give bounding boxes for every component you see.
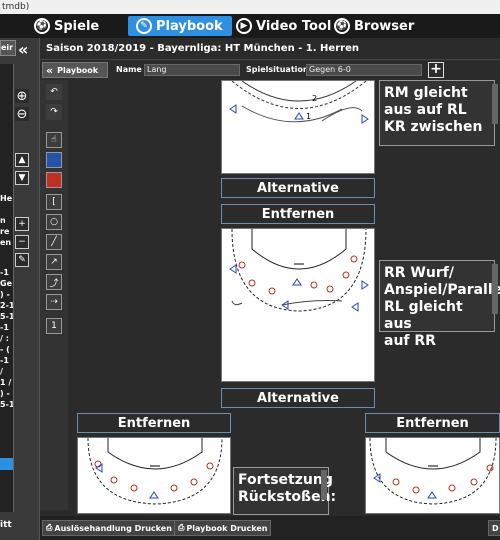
list-item[interactable]: 5-1 [0,312,13,323]
print-playbook-button[interactable]: ⎙ Playbook Drucken [174,520,272,536]
edit-icon[interactable]: ✎ [15,253,29,267]
footer-bar: ⎙ Auslösehandlung Drucken ⎙ Playbook Dru… [40,516,500,540]
blue-color-button[interactable] [46,152,62,168]
situation-select[interactable]: Gegen 6-0 [306,64,422,76]
line-tool-icon[interactable]: ╱ [46,234,62,250]
list-item[interactable]: 2-1 [0,301,13,312]
left-panel-header: eir [0,40,16,56]
list-item[interactable]: -1 [0,323,9,334]
play-board-1[interactable]: 2 1 [221,80,375,174]
footer-right-button[interactable]: D [488,520,500,536]
back-icon: « [46,63,54,77]
court-diagram-1: 2 1 [229,81,369,124]
window-title: tmdb) [0,0,500,14]
alternative-button-2[interactable]: Alternative [221,388,375,408]
court-diagram-4 [369,438,497,505]
back-to-playbook-button[interactable]: « Playbook [42,62,108,78]
play-icon: ▶ [236,18,252,34]
scroll-up-button[interactable]: ▲ [15,153,29,167]
name-field[interactable]: Lang [144,64,240,76]
remove-item-button[interactable]: − [15,235,29,249]
list-item[interactable]: - ( [0,345,10,356]
tab-spiele-label: Spiele [54,18,100,34]
tab-video-tool-label: Video Tool [256,18,332,34]
zoom-in-icon[interactable]: ⊕ [15,89,29,104]
court-diagram-3 [87,438,223,505]
dashed-arrow-tool-icon[interactable]: ⇢ [46,294,62,310]
alternative-button-1[interactable]: Alternative [221,178,375,198]
remove-button-left[interactable]: Entfernen [77,413,231,433]
play-board-2[interactable] [221,228,375,382]
list-item[interactable]: / : [0,334,9,345]
add-play-button[interactable]: + [428,62,444,78]
court-diagram-2 [229,229,369,312]
globe-icon: ⚽ [334,18,350,34]
description-scrollbar-3[interactable] [321,470,327,500]
circle-tool-icon[interactable]: ○ [46,214,62,230]
description-scrollbar-2[interactable] [492,264,498,314]
list-item[interactable]: / [0,367,3,378]
hand-tool-icon[interactable]: ☝ [46,132,62,148]
bracket-tool[interactable]: [ [46,194,62,210]
collapse-panel-icon[interactable]: « [18,40,28,59]
remove-button-1[interactable]: Entfernen [221,204,375,224]
playbook-icon: ✎ [136,18,152,34]
red-color-button[interactable] [46,172,62,188]
tab-browser-label: Browser [354,18,415,34]
list-item[interactable]: Ge [0,279,12,290]
list-item[interactable]: -1 [0,356,9,367]
list-item[interactable]: -1 [0,268,9,279]
print-trigger-label: Auslösehandlung Drucken [54,523,172,533]
tab-spiele[interactable]: ⚽ Spiele [34,16,99,36]
page-title: Saison 2018/2019 - Bayernliga: HT Münche… [40,38,500,60]
description-scrollbar-1[interactable] [492,84,498,124]
remove-button-right[interactable]: Entfernen [365,413,500,433]
back-to-playbook-label: Playbook [57,65,99,75]
svg-text:1: 1 [306,112,311,121]
tab-playbook[interactable]: ✎ Playbook [128,16,232,36]
list-item[interactable]: ) - [0,389,10,400]
printer-icon: ⎙ [178,523,185,532]
number-tool[interactable]: 1 [46,318,62,334]
tab-browser[interactable]: ⚽ Browser [334,16,414,36]
list-item[interactable]: 1 / [0,378,11,389]
list-item[interactable]: He [0,194,12,205]
arrow-tool-icon[interactable]: ↗ [46,254,62,270]
redo-icon[interactable]: ↷ [46,104,62,120]
list-item[interactable]: re [0,227,9,238]
situation-label: Spielsituation [246,65,309,74]
list-item[interactable]: 5-1 [0,400,13,411]
play-3-description: Fortsetzung Rückstoßen: [233,467,336,515]
list-item[interactable]: ) - [0,290,10,301]
play-board-3[interactable] [77,437,231,514]
curve-tool-icon[interactable]: ⤴ [46,274,62,290]
undo-icon[interactable]: ↶ [46,84,62,100]
list-item[interactable]: n [0,216,6,227]
scroll-down-button[interactable]: ▼ [15,171,29,185]
add-item-button[interactable]: + [15,217,29,231]
tab-video-tool[interactable]: ▶ Video Tool [236,16,331,36]
playbook-toolbar: « Playbook Name Lang Spielsituation Gege… [40,60,500,80]
print-trigger-button[interactable]: ⎙ Auslösehandlung Drucken [42,520,176,536]
top-navigation: ⚽ Spiele ✎ Playbook ▶ Video Tool ⚽ Brows… [0,14,500,38]
drawing-tools: ↶ ↷ ☝ [ ○ ╱ ↗ ⤴ ⇢ 1 [40,80,68,510]
play-2-description: RR Wurf/ Anspiel/Parallel RL gleicht aus… [379,260,500,349]
svg-text:2: 2 [312,94,317,103]
list-item[interactable]: en [0,238,11,249]
print-playbook-label: Playbook Drucken [186,523,268,533]
left-panel-list: He n re en -1 Ge) -2-1 5-1 -1/ :- (-1/ 1 /) -5-… [0,64,14,512]
tab-playbook-label: Playbook [156,18,223,34]
zoom-out-icon[interactable]: ⊖ [15,107,29,122]
soccer-ball-icon: ⚽ [34,18,50,34]
play-board-4[interactable] [365,437,500,514]
selected-list-item[interactable] [0,458,13,470]
left-panel-bottom: itt [0,520,12,530]
play-1-description: RM gleicht aus auf RL KR zwischen [379,80,495,146]
name-label: Name [116,65,142,74]
printer-icon: ⎙ [46,523,53,532]
